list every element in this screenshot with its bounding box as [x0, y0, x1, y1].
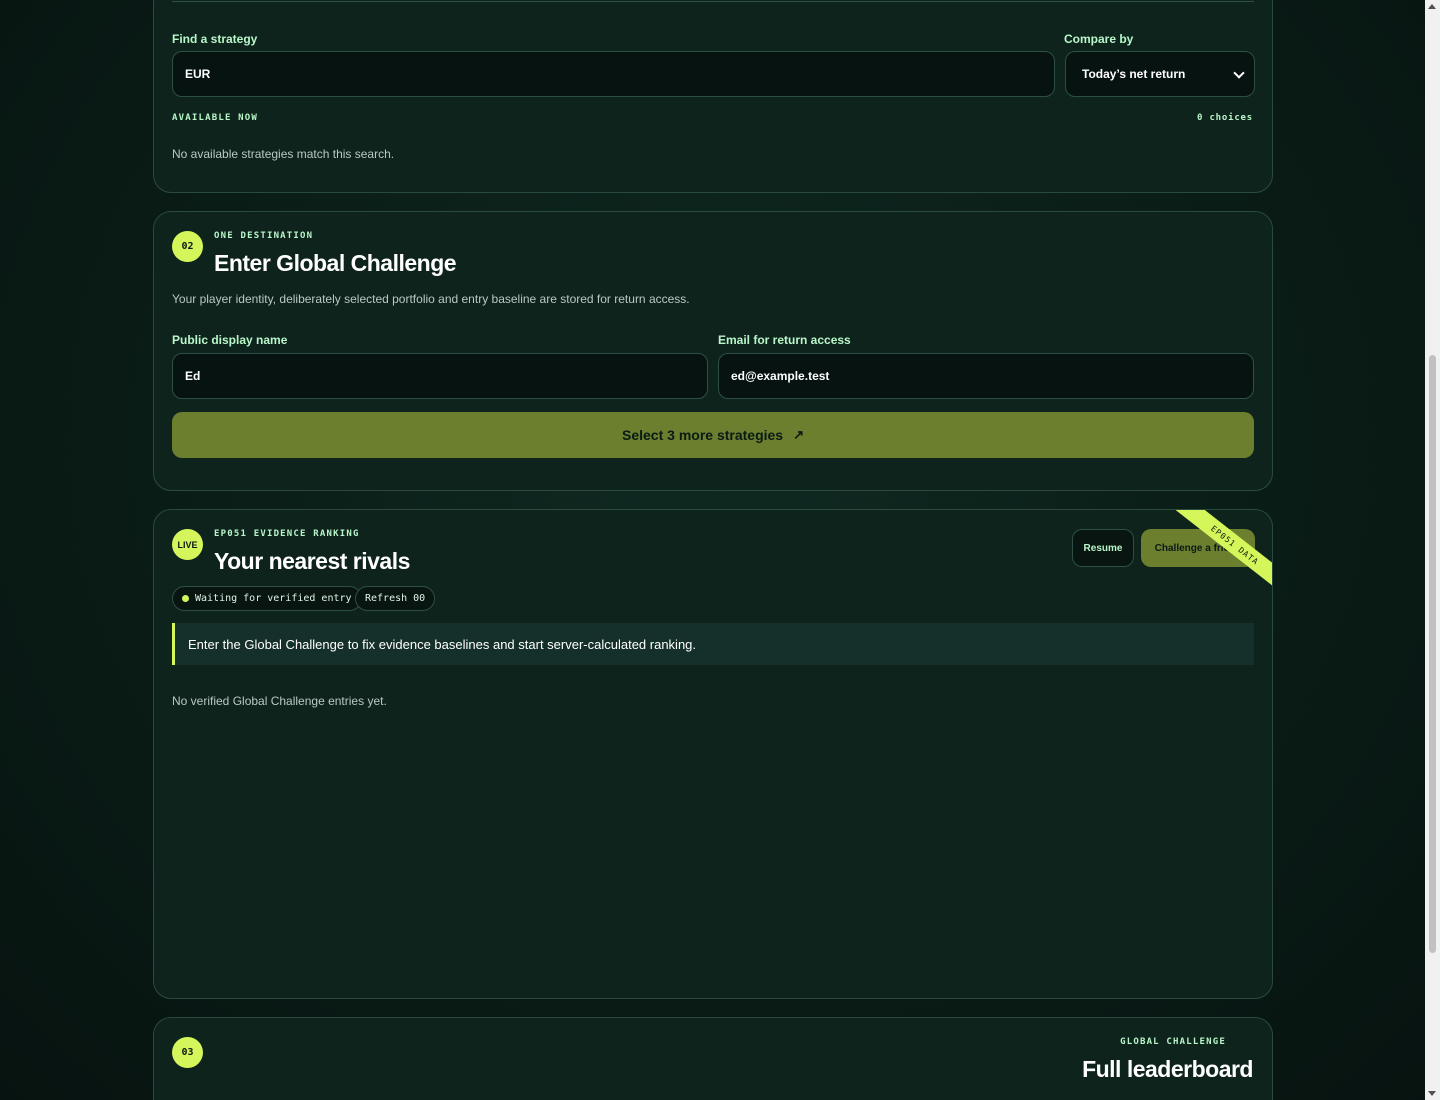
section-eyebrow: EP051 EVIDENCE RANKING — [214, 529, 360, 539]
scroll-up-icon[interactable] — [1428, 4, 1436, 9]
chevron-down-icon — [1234, 69, 1244, 79]
compare-by-value: Today’s net return — [1082, 67, 1186, 81]
section-description: Your player identity, deliberately selec… — [172, 292, 690, 306]
status-pill-label: Waiting for verified entry — [195, 593, 352, 604]
refresh-button[interactable]: Refresh 00 — [355, 586, 436, 611]
no-strategies-message: No available strategies match this searc… — [172, 147, 395, 161]
scroll-down-icon[interactable] — [1428, 1091, 1436, 1096]
nearest-rivals-card: LIVE EP051 EVIDENCE RANKING Your nearest… — [153, 509, 1273, 999]
compare-by-label: Compare by — [1064, 32, 1134, 46]
scroll-thumb[interactable] — [1429, 355, 1436, 953]
page-scrollbar[interactable] — [1425, 0, 1440, 1100]
select-strategies-button[interactable]: Select 3 more strategies ↗ — [172, 412, 1254, 458]
select-strategies-label: Select 3 more strategies — [622, 427, 784, 443]
display-name-input[interactable]: Ed — [172, 353, 708, 399]
section-eyebrow: ONE DESTINATION — [214, 231, 314, 241]
available-now-label: AVAILABLE NOW — [172, 113, 259, 123]
enter-challenge-card: 02 ONE DESTINATION Enter Global Challeng… — [153, 211, 1273, 491]
notice-banner: Enter the Global Challenge to fix eviden… — [172, 623, 1254, 665]
section-title: Enter Global Challenge — [214, 250, 457, 276]
section-title: Full leaderboard — [1082, 1056, 1253, 1082]
email-input[interactable]: ed@example.test — [718, 353, 1254, 399]
notice-text: Enter the Global Challenge to fix eviden… — [188, 636, 697, 652]
divider — [172, 1, 1254, 2]
section-eyebrow: GLOBAL CHALLENGE — [1120, 1037, 1226, 1047]
find-strategy-label: Find a strategy — [172, 32, 258, 46]
no-entries-message: No verified Global Challenge entries yet… — [172, 694, 387, 708]
find-strategy-input[interactable]: EUR — [172, 51, 1055, 97]
email-label: Email for return access — [718, 333, 851, 347]
step-badge: 02 — [172, 231, 203, 262]
arrow-up-right-icon: ↗ — [793, 427, 804, 442]
resume-button[interactable]: Resume — [1072, 529, 1134, 567]
status-pill: Waiting for verified entry — [172, 586, 362, 611]
full-leaderboard-card: 03 GLOBAL CHALLENGE Full leaderboard — [153, 1017, 1273, 1100]
display-name-label: Public display name — [172, 333, 288, 347]
status-dot-icon — [182, 595, 189, 602]
choices-count: 0 choices — [1197, 113, 1253, 123]
section-title: Your nearest rivals — [214, 548, 410, 574]
step-badge: 03 — [172, 1037, 203, 1068]
compare-by-select[interactable]: Today’s net return — [1065, 51, 1255, 97]
strategy-search-card: Find a strategy EUR Compare by Today’s n… — [153, 0, 1273, 193]
live-badge: LIVE — [172, 529, 203, 560]
